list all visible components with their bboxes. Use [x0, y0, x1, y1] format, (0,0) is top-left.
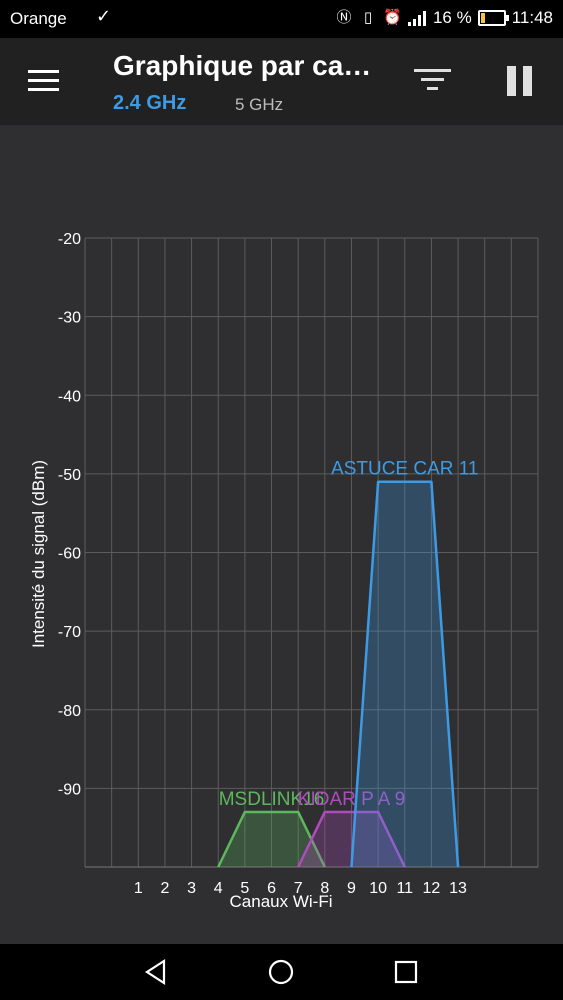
- back-icon[interactable]: [142, 958, 170, 986]
- x-tick-label: 1: [134, 880, 143, 897]
- nav-bar: [0, 944, 563, 1000]
- y-tick-label: -20: [58, 231, 81, 248]
- x-tick-label: 11: [396, 880, 413, 897]
- x-tick-label: 3: [187, 880, 196, 897]
- channel-graph: MSDLINK16KIDAR P A 9ASTUCE CAR 11 -20 -30…: [29, 231, 539, 911]
- battery-icon: [477, 10, 509, 26]
- y-tick-label: -30: [58, 310, 81, 327]
- y-tick-label: -50: [58, 467, 81, 484]
- chart-series: MSDLINK16KIDAR P A 9ASTUCE CAR 11: [217, 459, 478, 868]
- tab-5ghz[interactable]: 5 GHz: [235, 95, 283, 115]
- y-axis-label: Intensité du signal (dBm): [29, 460, 48, 648]
- chart-grid: [84, 237, 539, 868]
- tab-2-4ghz[interactable]: 2.4 GHz: [113, 92, 186, 115]
- y-tick-label: -60: [58, 546, 81, 563]
- page-title: Graphique par ca…: [113, 50, 372, 81]
- vibrate-icon: ▯: [363, 9, 373, 26]
- status-bar: Orange ✓ Ⓝ ▯ ⏰ 16 % 11:48: [0, 0, 563, 38]
- recents-icon[interactable]: [392, 958, 420, 986]
- series-area: [351, 481, 459, 867]
- status-icons: Ⓝ ▯ ⏰ 16 % 11:48: [335, 8, 553, 28]
- carrier-label: Orange: [10, 9, 67, 28]
- x-axis-label: Canaux Wi-Fi: [230, 892, 333, 911]
- x-tick-label: 2: [160, 880, 169, 897]
- series-label: ASTUCE CAR 11: [331, 459, 478, 480]
- nfc-icon: Ⓝ: [336, 9, 352, 26]
- x-tick-label: 10: [369, 880, 387, 897]
- x-tick-label: 12: [423, 880, 441, 897]
- y-axis-ticks: -20 -30 -40 -50 -60 -70 -80 -90: [58, 231, 81, 798]
- x-tick-label: 9: [347, 880, 356, 897]
- y-tick-label: -70: [58, 624, 81, 641]
- x-tick-label: 4: [214, 880, 223, 897]
- y-tick-label: -90: [58, 781, 81, 798]
- signal-icon: [407, 11, 426, 26]
- check-icon: ✓: [96, 6, 112, 26]
- battery-percent: 16 %: [432, 8, 472, 27]
- filter-icon[interactable]: [414, 69, 451, 95]
- app-bar: Graphique par ca… 2.4 GHz 5 GHz: [0, 38, 563, 125]
- x-tick-label: 13: [449, 880, 467, 897]
- y-tick-label: -40: [58, 388, 81, 405]
- alarm-icon: ⏰: [382, 9, 402, 26]
- pause-icon[interactable]: [507, 66, 532, 96]
- y-tick-label: -80: [58, 703, 81, 720]
- menu-icon[interactable]: [28, 70, 59, 92]
- home-icon[interactable]: [267, 958, 295, 986]
- clock: 11:48: [511, 8, 553, 27]
